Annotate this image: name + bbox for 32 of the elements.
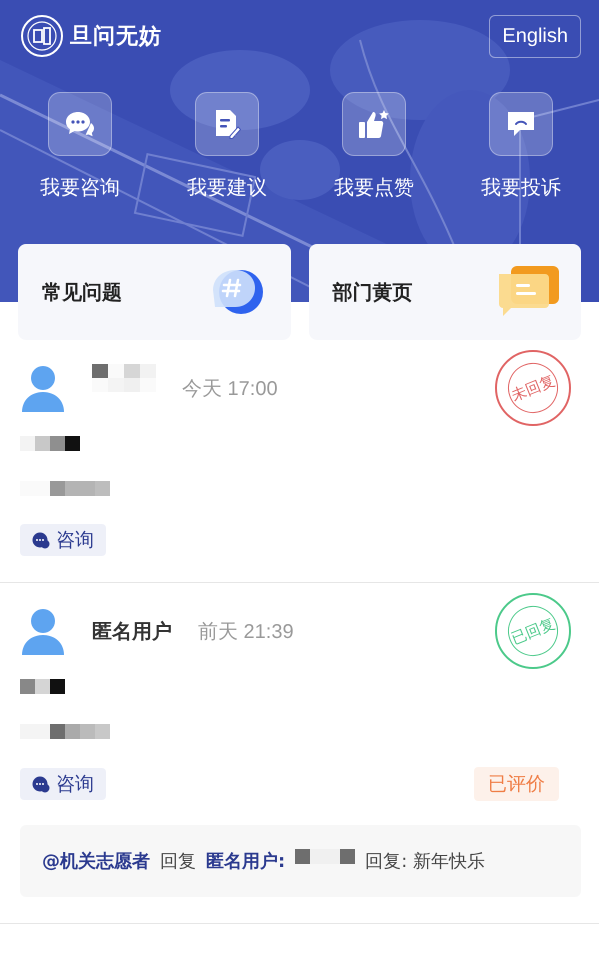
post-time: 今天 17:00	[182, 376, 278, 402]
avatar-icon	[20, 364, 66, 412]
user-link[interactable]: @机关志愿者	[42, 849, 150, 873]
shortcut-card[interactable]: 部门黄页	[308, 244, 581, 340]
reply-text: 回复: 新年快乐	[365, 850, 485, 873]
chat-bubbles-icon	[32, 776, 50, 792]
chat-bubbles-icon	[65, 111, 95, 137]
rated-badge: 已评价	[474, 767, 559, 801]
chat-bubbles-icon	[32, 532, 50, 548]
pixelated-text	[20, 436, 80, 451]
status-stamp: 未回复	[495, 350, 571, 426]
category-tag: 咨询	[20, 768, 106, 800]
category-tag: 咨询	[20, 524, 106, 556]
author-name: 匿名用户	[92, 618, 172, 644]
pixelated-text	[295, 849, 356, 864]
avatar-icon	[20, 607, 66, 655]
app-title: 旦问无妨	[70, 23, 162, 51]
action-button[interactable]: 我要点赞	[314, 92, 434, 201]
university-seal-icon	[20, 14, 64, 58]
message-frown-icon	[506, 110, 536, 138]
action-button[interactable]: 我要投诉	[461, 92, 581, 201]
status-stamp: 已回复	[495, 593, 571, 669]
shortcut-card[interactable]: 常见问题	[18, 244, 290, 340]
action-button[interactable]: 我要建议	[167, 92, 287, 201]
action-button[interactable]: 我要咨询	[20, 92, 140, 201]
language-button[interactable]: English	[489, 14, 581, 58]
post-time: 前天 21:39	[198, 620, 294, 644]
pixelated-text	[20, 679, 65, 694]
thumbs-up-star-icon	[358, 109, 390, 139]
user-link[interactable]: 匿名用户:	[206, 849, 286, 873]
document-pen-icon	[213, 109, 241, 139]
reply-text: 回复	[160, 850, 196, 873]
